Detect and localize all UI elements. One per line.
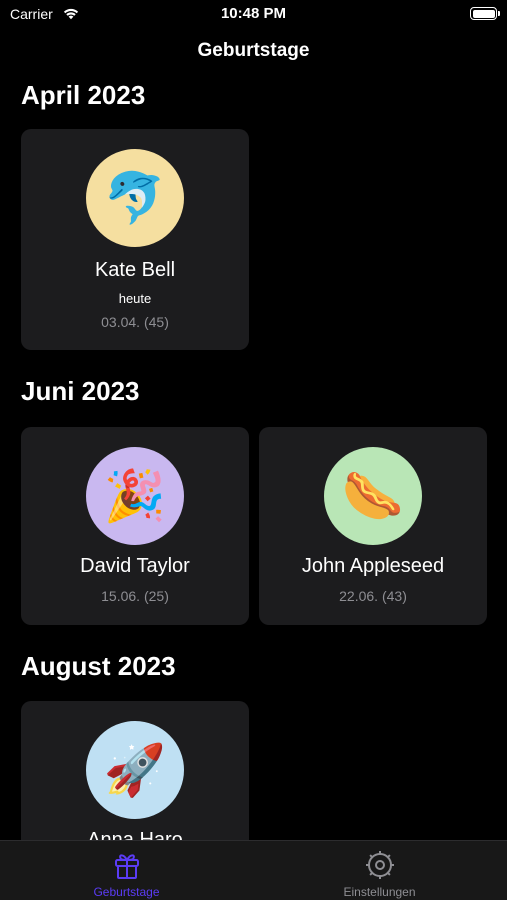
- dolphin-icon: 🐬: [103, 169, 167, 226]
- card-date: 22.06. (43): [339, 588, 407, 604]
- tab-geburtstage[interactable]: Geburtstage: [0, 841, 253, 900]
- gear-icon: [366, 851, 394, 879]
- hotdog-icon: 🌭: [341, 467, 405, 524]
- card-name: Kate Bell: [94, 259, 176, 281]
- tab-label: Einstellungen: [343, 885, 416, 899]
- battery-icon: [470, 7, 500, 20]
- card-date: 03.04. (45): [101, 314, 169, 330]
- avatar: 🌭: [324, 447, 422, 545]
- card-name: John Appleseed: [301, 555, 445, 577]
- tab-label: Geburtstage: [93, 885, 160, 899]
- section-title-august: August 2023: [21, 651, 176, 681]
- card-name: David Taylor: [80, 555, 190, 577]
- party-popper-icon: 🎉: [103, 467, 167, 524]
- section-title-april: April 2023: [21, 80, 146, 110]
- birthday-card-kate-bell[interactable]: 🐬 Kate Bell heute 03.04. (45): [21, 129, 249, 350]
- rocket-icon: 🚀: [103, 741, 167, 798]
- card-today-label: heute: [118, 291, 152, 306]
- birthday-card-john-appleseed[interactable]: 🌭 John Appleseed 22.06. (43): [259, 427, 487, 625]
- avatar: 🚀: [86, 721, 184, 819]
- status-time: 10:48 PM: [220, 5, 287, 22]
- tab-einstellungen[interactable]: Einstellungen: [253, 841, 506, 900]
- card-name: Anna Haro: [87, 829, 183, 840]
- card-date: 15.06. (25): [101, 588, 169, 604]
- gift-icon: [115, 854, 139, 879]
- page-title: Geburtstage: [197, 40, 310, 61]
- avatar: 🐬: [86, 149, 184, 247]
- section-title-juni: Juni 2023: [21, 376, 140, 406]
- birthday-card-david-taylor[interactable]: 🎉 David Taylor 15.06. (25): [21, 427, 249, 625]
- avatar: 🎉: [86, 447, 184, 545]
- birthday-card-anna-haro[interactable]: 🚀 Anna Haro: [21, 701, 249, 840]
- status-bar: Carrier 10:48 PM: [0, 0, 507, 30]
- tab-bar: Geburtstage Einstellungen: [0, 840, 507, 900]
- birthday-list[interactable]: April 2023 🐬 Kate Bell heute 03.04. (45)…: [0, 0, 507, 840]
